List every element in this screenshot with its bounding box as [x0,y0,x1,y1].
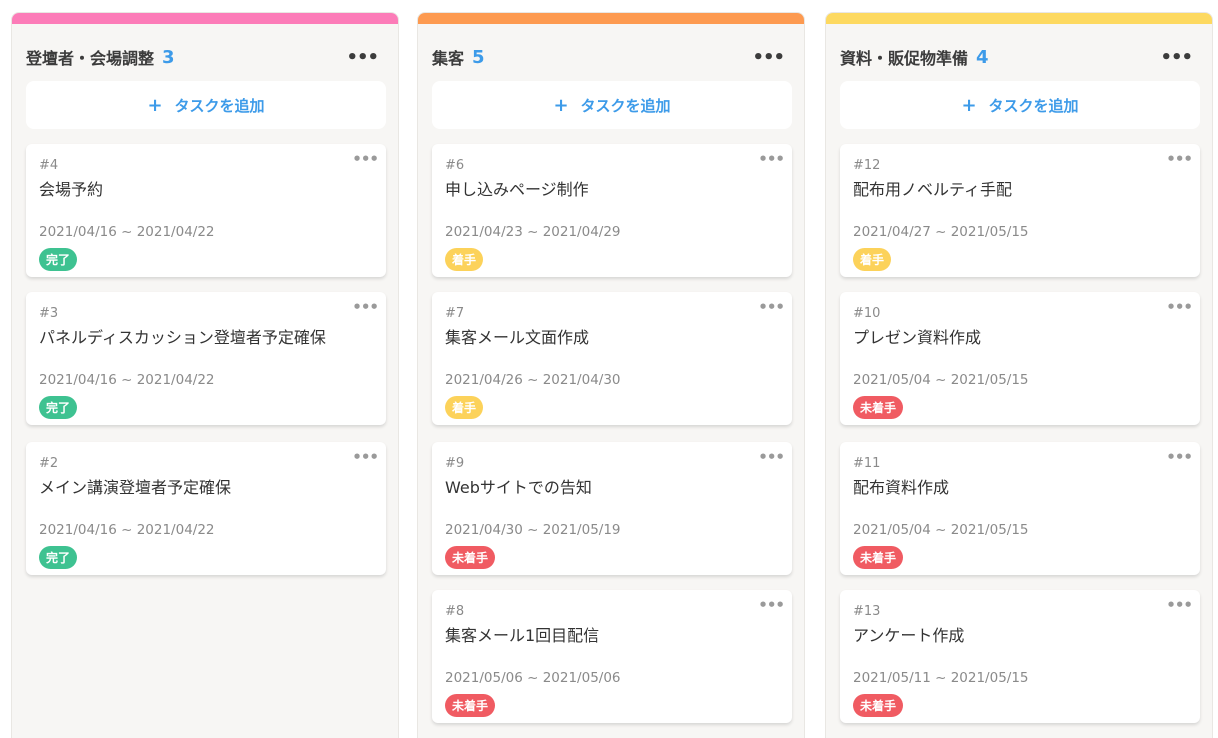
task-date-range: 2021/04/30 ~ 2021/05/19 [445,522,621,538]
more-horizontal-icon[interactable]: ••• [352,448,379,466]
more-horizontal-icon[interactable]: ••• [1166,448,1193,466]
task-number: #9 [445,456,465,471]
task-card[interactable]: #9 ••• Webサイトでの告知 2021/04/30 ~ 2021/05/1… [432,442,792,575]
task-card[interactable]: #12 ••• 配布用ノベルティ手配 2021/04/27 ~ 2021/05/… [840,144,1200,277]
add-task-button[interactable]: + タスクを追加 [26,81,386,129]
status-badge: 着手 [445,248,484,271]
task-title: 配布資料作成 [853,478,950,497]
plus-icon: + [553,94,569,116]
task-title: アンケート作成 [853,626,965,645]
add-task-label: タスクを追加 [988,96,1079,115]
status-badge: 未着手 [445,546,496,569]
task-date-range: 2021/04/16 ~ 2021/04/22 [39,522,215,538]
task-card[interactable]: #6 ••• 申し込みページ制作 2021/04/23 ~ 2021/04/29… [432,144,792,277]
task-card[interactable]: #7 ••• 集客メール文面作成 2021/04/26 ~ 2021/04/30… [432,292,792,425]
status-badge: 着手 [445,396,484,419]
more-horizontal-icon[interactable]: ••• [346,47,379,68]
task-title: 集客メール1回目配信 [445,626,600,645]
task-card[interactable]: #10 ••• プレゼン資料作成 2021/05/04 ~ 2021/05/15… [840,292,1200,425]
task-title: プレゼン資料作成 [853,328,982,347]
add-task-label: タスクを追加 [580,96,671,115]
more-horizontal-icon[interactable]: ••• [758,596,785,614]
task-date-range: 2021/04/27 ~ 2021/05/15 [853,224,1029,240]
add-task-button[interactable]: + タスクを追加 [432,81,792,129]
task-card[interactable]: #3 ••• パネルディスカッション登壇者予定確保 2021/04/16 ~ 2… [26,292,386,425]
column-title: 集客 [432,49,465,68]
task-number: #3 [39,306,59,321]
task-date-range: 2021/05/04 ~ 2021/05/15 [853,522,1029,538]
more-horizontal-icon[interactable]: ••• [352,150,379,168]
task-date-range: 2021/05/11 ~ 2021/05/15 [853,670,1029,686]
task-date-range: 2021/05/04 ~ 2021/05/15 [853,372,1029,388]
task-date-range: 2021/05/06 ~ 2021/05/06 [445,670,621,686]
task-date-range: 2021/04/26 ~ 2021/04/30 [445,372,621,388]
task-date-range: 2021/04/23 ~ 2021/04/29 [445,224,621,240]
task-title: 申し込みページ制作 [445,180,589,199]
board-column: 登壇者・会場調整 3 ••• + タスクを追加 #4 ••• 会場予約 2021… [11,12,399,738]
status-badge: 未着手 [853,694,904,717]
status-badge: 完了 [39,546,78,569]
task-card[interactable]: #13 ••• アンケート作成 2021/05/11 ~ 2021/05/15 … [840,590,1200,723]
more-horizontal-icon[interactable]: ••• [1166,298,1193,316]
task-number: #6 [445,158,465,173]
column-header: 資料・販促物準備 4 ••• [840,45,1198,69]
task-number: #7 [445,306,465,321]
column-title: 資料・販促物準備 [840,49,969,68]
column-color-bar [418,13,804,24]
more-horizontal-icon[interactable]: ••• [758,448,785,466]
task-title: 配布用ノベルティ手配 [853,180,1013,199]
column-color-bar [12,13,398,24]
more-horizontal-icon[interactable]: ••• [758,298,785,316]
column-task-count: 5 [472,46,485,68]
task-number: #13 [853,604,881,619]
column-task-count: 3 [162,46,175,68]
status-badge: 着手 [853,248,892,271]
task-number: #12 [853,158,881,173]
board-column: 集客 5 ••• + タスクを追加 #6 ••• 申し込みページ制作 2021/… [417,12,805,738]
column-title: 登壇者・会場調整 [26,49,155,68]
task-number: #10 [853,306,881,321]
task-card[interactable]: #8 ••• 集客メール1回目配信 2021/05/06 ~ 2021/05/0… [432,590,792,723]
column-header: 登壇者・会場調整 3 ••• [26,45,384,69]
kanban-board: 登壇者・会場調整 3 ••• + タスクを追加 #4 ••• 会場予約 2021… [0,0,1218,738]
task-number: #2 [39,456,59,471]
task-card[interactable]: #2 ••• メイン講演登壇者予定確保 2021/04/16 ~ 2021/04… [26,442,386,575]
add-task-label: タスクを追加 [174,96,265,115]
status-badge: 完了 [39,396,78,419]
more-horizontal-icon[interactable]: ••• [352,298,379,316]
add-task-button[interactable]: + タスクを追加 [840,81,1200,129]
task-title: パネルディスカッション登壇者予定確保 [39,328,326,347]
column-color-bar [826,13,1212,24]
task-card[interactable]: #4 ••• 会場予約 2021/04/16 ~ 2021/04/22 完了 [26,144,386,277]
status-badge: 未着手 [853,396,904,419]
task-date-range: 2021/04/16 ~ 2021/04/22 [39,224,215,240]
task-number: #8 [445,604,465,619]
task-number: #11 [853,456,881,471]
plus-icon: + [961,94,977,116]
board-column: 資料・販促物準備 4 ••• + タスクを追加 #12 ••• 配布用ノベルティ… [825,12,1213,738]
status-badge: 未着手 [853,546,904,569]
task-date-range: 2021/04/16 ~ 2021/04/22 [39,372,215,388]
column-task-count: 4 [976,46,989,68]
status-badge: 完了 [39,248,78,271]
task-number: #4 [39,158,59,173]
more-horizontal-icon[interactable]: ••• [1166,596,1193,614]
more-horizontal-icon[interactable]: ••• [758,150,785,168]
task-title: 集客メール文面作成 [445,328,590,347]
more-horizontal-icon[interactable]: ••• [1166,150,1193,168]
task-title: 会場予約 [39,180,104,199]
more-horizontal-icon[interactable]: ••• [1160,47,1193,68]
status-badge: 未着手 [445,694,496,717]
task-card[interactable]: #11 ••• 配布資料作成 2021/05/04 ~ 2021/05/15 未… [840,442,1200,575]
plus-icon: + [147,94,163,116]
more-horizontal-icon[interactable]: ••• [752,47,785,68]
column-header: 集客 5 ••• [432,45,790,69]
task-title: メイン講演登壇者予定確保 [39,478,232,497]
task-title: Webサイトでの告知 [445,478,592,497]
